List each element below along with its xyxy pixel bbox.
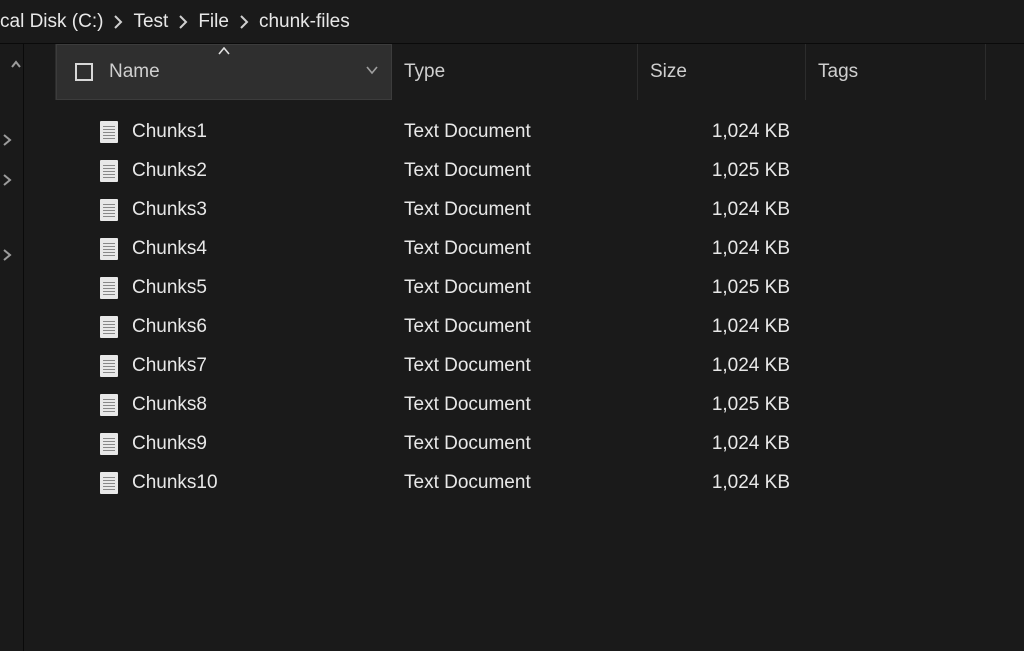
- cell-type: Text Document: [392, 394, 638, 416]
- column-label: Name: [109, 61, 160, 83]
- navigation-pane[interactable]: [0, 44, 24, 651]
- breadcrumb-segment[interactable]: cal Disk (C:): [0, 11, 103, 33]
- file-name: Chunks4: [132, 238, 207, 260]
- cell-name: Chunks8: [56, 394, 392, 416]
- chevron-right-icon: [178, 15, 188, 29]
- cell-type: Text Document: [392, 121, 638, 143]
- file-row[interactable]: Chunks5 Text Document1,025 KB: [24, 268, 1024, 307]
- cell-type: Text Document: [392, 238, 638, 260]
- sort-ascending-icon: [218, 47, 230, 57]
- file-row[interactable]: Chunks6 Text Document1,024 KB: [24, 307, 1024, 346]
- cell-size: 1,025 KB: [638, 160, 806, 182]
- text-file-icon: [100, 472, 118, 494]
- column-header-name[interactable]: Name: [56, 44, 392, 100]
- chevron-right-icon[interactable]: [2, 174, 14, 186]
- text-file-icon: [100, 433, 118, 455]
- file-name: Chunks8: [132, 394, 207, 416]
- file-list: Chunks1Text Document1,024 KBChunks2Text …: [24, 100, 1024, 502]
- cell-type: Text Document: [392, 277, 638, 299]
- breadcrumb-segment[interactable]: Test: [133, 11, 168, 33]
- file-row[interactable]: Chunks2 Text Document1,025 KB: [24, 151, 1024, 190]
- column-label: Size: [650, 61, 687, 83]
- text-file-icon: [100, 199, 118, 221]
- cell-type: Text Document: [392, 199, 638, 221]
- file-name: Chunks3: [132, 199, 207, 221]
- text-file-icon: [100, 121, 118, 143]
- text-file-icon: [100, 316, 118, 338]
- cell-name: Chunks1: [56, 121, 392, 143]
- cell-size: 1,024 KB: [638, 121, 806, 143]
- chevron-right-icon[interactable]: [2, 134, 14, 146]
- cell-size: 1,024 KB: [638, 433, 806, 455]
- text-file-icon: [100, 355, 118, 377]
- text-file-icon: [100, 394, 118, 416]
- content-area: Name Type Size Tags Chunks1 Text Document…: [0, 44, 1024, 651]
- column-header-tags[interactable]: Tags: [806, 44, 986, 100]
- cell-name: Chunks9: [56, 433, 392, 455]
- cell-name: Chunks5: [56, 277, 392, 299]
- cell-size: 1,025 KB: [638, 394, 806, 416]
- cell-name: Chunks2: [56, 160, 392, 182]
- scroll-up-icon[interactable]: [11, 60, 21, 70]
- cell-name: Chunks7: [56, 355, 392, 377]
- column-gutter: [24, 44, 56, 100]
- text-file-icon: [100, 160, 118, 182]
- file-name: Chunks7: [132, 355, 207, 377]
- file-row[interactable]: Chunks3 Text Document1,024 KB: [24, 190, 1024, 229]
- text-file-icon: [100, 238, 118, 260]
- column-label: Tags: [818, 61, 858, 83]
- column-header-row: Name Type Size Tags: [24, 44, 1024, 100]
- column-label: Type: [404, 61, 445, 83]
- cell-size: 1,024 KB: [638, 238, 806, 260]
- file-name: Chunks9: [132, 433, 207, 455]
- cell-size: 1,025 KB: [638, 277, 806, 299]
- chevron-right-icon: [239, 15, 249, 29]
- file-row[interactable]: Chunks8 Text Document1,025 KB: [24, 385, 1024, 424]
- cell-name: Chunks4: [56, 238, 392, 260]
- cell-type: Text Document: [392, 355, 638, 377]
- breadcrumb[interactable]: cal Disk (C:) Test File chunk-files: [0, 0, 1024, 44]
- file-name: Chunks1: [132, 121, 207, 143]
- cell-size: 1,024 KB: [638, 199, 806, 221]
- file-name: Chunks10: [132, 472, 218, 494]
- cell-name: Chunks3: [56, 199, 392, 221]
- file-name: Chunks2: [132, 160, 207, 182]
- select-all-checkbox[interactable]: [75, 63, 93, 81]
- cell-type: Text Document: [392, 433, 638, 455]
- cell-type: Text Document: [392, 472, 638, 494]
- cell-name: Chunks6: [56, 316, 392, 338]
- file-row[interactable]: Chunks7 Text Document1,024 KB: [24, 346, 1024, 385]
- chevron-down-icon[interactable]: [365, 65, 379, 79]
- cell-size: 1,024 KB: [638, 472, 806, 494]
- file-name: Chunks6: [132, 316, 207, 338]
- file-row[interactable]: Chunks1 Text Document1,024 KB: [24, 112, 1024, 151]
- breadcrumb-segment[interactable]: chunk-files: [259, 11, 350, 33]
- file-list-pane: Name Type Size Tags Chunks1 Text Document…: [24, 44, 1024, 651]
- file-name: Chunks5: [132, 277, 207, 299]
- cell-type: Text Document: [392, 316, 638, 338]
- chevron-right-icon: [113, 15, 123, 29]
- explorer-window: cal Disk (C:) Test File chunk-files: [0, 0, 1024, 651]
- cell-type: Text Document: [392, 160, 638, 182]
- breadcrumb-segment[interactable]: File: [198, 11, 229, 33]
- cell-size: 1,024 KB: [638, 355, 806, 377]
- column-header-size[interactable]: Size: [638, 44, 806, 100]
- cell-size: 1,024 KB: [638, 316, 806, 338]
- file-row[interactable]: Chunks9 Text Document1,024 KB: [24, 424, 1024, 463]
- chevron-right-icon[interactable]: [2, 249, 14, 261]
- column-header-type[interactable]: Type: [392, 44, 638, 100]
- file-row[interactable]: Chunks10 Text Document1,024 KB: [24, 463, 1024, 502]
- text-file-icon: [100, 277, 118, 299]
- cell-name: Chunks10: [56, 472, 392, 494]
- file-row[interactable]: Chunks4 Text Document1,024 KB: [24, 229, 1024, 268]
